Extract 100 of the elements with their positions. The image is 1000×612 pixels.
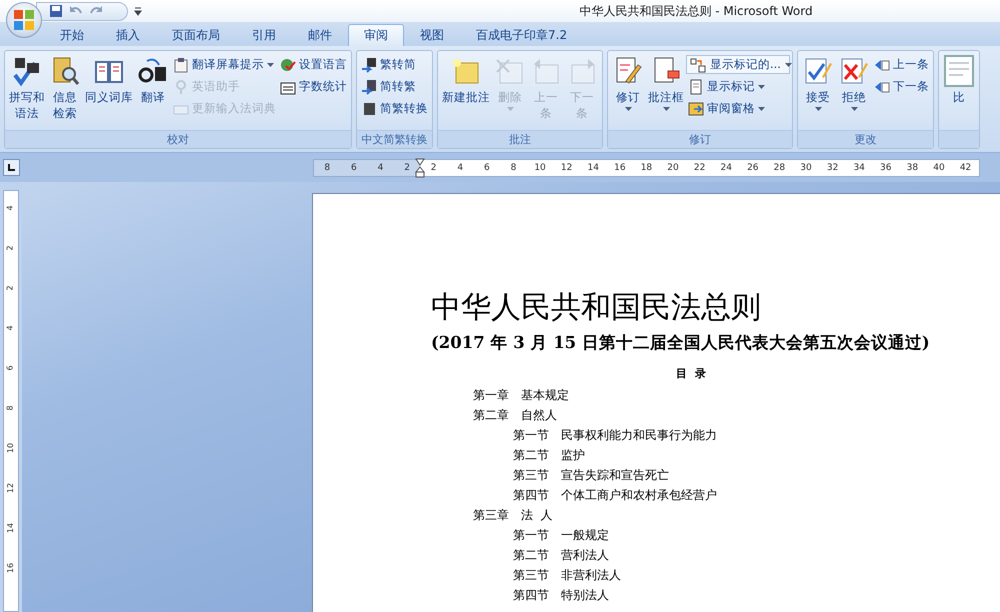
toc-title: 民事权利能力和民事行为能力 (561, 426, 717, 444)
ribbon-tab[interactable]: 页面布局 (156, 24, 236, 46)
save-button[interactable] (49, 4, 63, 18)
ruler-number: 26 (746, 162, 760, 174)
ribbon-button[interactable]: 拒绝 (836, 53, 872, 130)
arrow-character-icon (361, 78, 377, 94)
toc-title: 自然人 (521, 406, 557, 424)
ruler-number: 2 (430, 162, 438, 174)
customize-toolbar-button[interactable] (134, 6, 142, 16)
ribbon-button[interactable]: 简转繁 (359, 77, 430, 96)
ribbon-button[interactable]: 信息 检索 (47, 53, 83, 130)
ruler-number: 8 (5, 405, 16, 411)
ribbon-button[interactable]: 批注框 (646, 53, 686, 130)
ruler-number: 12 (5, 482, 16, 494)
ruler-number: 10 (533, 162, 547, 174)
ribbon-button[interactable]: 上一条 (872, 55, 931, 74)
toc-number: 第四节 (513, 586, 549, 604)
caret-icon (850, 107, 858, 111)
markup-icon (690, 56, 706, 72)
document-subtitle: (2017 年 3 月 15 日第十二届全国人民代表大会第五次会议通过) (431, 332, 931, 354)
ruler-number: 32 (826, 162, 840, 174)
pane-icon (688, 100, 704, 116)
ribbon-button[interactable]: 简繁转换 (359, 99, 430, 118)
ribbon-tab[interactable]: 审阅 (348, 24, 404, 46)
ribbon-button[interactable]: 比 (941, 53, 977, 130)
ruler-number: 6 (482, 162, 491, 174)
ribbon-button[interactable]: 新建批注 (440, 53, 492, 130)
arrow-character-icon (361, 56, 377, 72)
indent-marker-icon[interactable] (415, 158, 425, 178)
toc-title: 非营利法人 (561, 566, 621, 584)
ribbon-button[interactable]: 设置语言 (278, 55, 349, 74)
toc-title: 宣告失踪和宣告死亡 (561, 466, 669, 484)
ribbon-tab[interactable]: 插入 (100, 24, 156, 46)
document-title: 中华人民共和国民法总则 (431, 289, 762, 327)
ruler-number: 4 (456, 162, 464, 174)
office-logo-icon (13, 9, 35, 31)
caret-icon (267, 62, 274, 66)
ribbon-tab[interactable]: 引用 (236, 24, 292, 46)
ruler-number: 20 (666, 162, 680, 174)
ruler-number: 40 (932, 162, 946, 174)
ruler-number: 8 (510, 162, 518, 174)
window-title: 中华人民共和国民法总则 - Microsoft Word (578, 2, 814, 20)
toc-number: 第三节 (513, 566, 549, 584)
ribbon-button[interactable]: 修订 (610, 53, 646, 130)
ribbon-button[interactable]: 拼写和 语法 (7, 53, 47, 130)
ruler-number: 2 (5, 245, 16, 251)
ribbon-button[interactable]: 接受 (800, 53, 836, 130)
ruler-number: 14 (5, 522, 16, 534)
group-label: 校对 (5, 130, 351, 148)
ruler-number: 4 (5, 325, 16, 331)
ruler-number: 4 (376, 162, 384, 174)
ribbon-button[interactable]: 下一条 (872, 77, 931, 96)
ruler-number: 10 (5, 442, 16, 454)
tab-selector-button[interactable] (3, 159, 20, 176)
caret-icon (624, 107, 632, 111)
ruler-number: 16 (613, 162, 627, 174)
ruler-number: 2 (5, 285, 16, 291)
ribbon-tab[interactable]: 视图 (404, 24, 460, 46)
ruler-number: 38 (906, 162, 920, 174)
ruler-number: 6 (350, 162, 358, 174)
ribbon-button[interactable]: 翻译屏幕提示 (171, 55, 278, 74)
ruler-number: 12 (560, 162, 574, 174)
ruler-number: 8 (323, 162, 332, 174)
toc-title: 一般规定 (561, 526, 609, 544)
toc-number: 第四节 (513, 486, 549, 504)
ruler-number: 30 (799, 162, 813, 174)
group-label: 更改 (798, 130, 933, 148)
ribbon-button[interactable]: 同义词库 (83, 53, 135, 130)
ruler-number: 24 (719, 162, 733, 174)
ruler-number: 22 (692, 162, 706, 174)
tab-stop-icon (7, 163, 16, 172)
globe-check-icon (280, 56, 296, 72)
toc-title: 基本规定 (521, 386, 569, 404)
caret-icon (784, 62, 792, 66)
ribbon-tab[interactable]: 百成电子印章7.2 (460, 24, 584, 46)
toc-number: 第一节 (513, 526, 549, 544)
ribbon-button[interactable]: 翻译 (135, 53, 171, 130)
toc-number: 第二节 (513, 446, 549, 464)
toc-number: 第三章 (473, 506, 509, 524)
ribbon-tab[interactable]: 开始 (44, 24, 100, 46)
ribbon-tab[interactable]: 邮件 (292, 24, 348, 46)
toc-number: 第二章 (473, 406, 509, 424)
ribbon-button[interactable]: 繁转简 (359, 55, 430, 74)
toc-title: 特别法人 (561, 586, 609, 604)
document-icon (943, 55, 975, 87)
toc-heading: 目 录 (675, 366, 707, 381)
toc-number: 第三节 (513, 466, 549, 484)
toc-title: 监护 (561, 446, 585, 464)
caret-icon (758, 106, 765, 110)
ruler-number: 14 (586, 162, 600, 174)
page-icon (688, 78, 704, 94)
toc-number: 第一节 (513, 426, 549, 444)
caret-icon (814, 107, 822, 111)
ruler-number: 42 (958, 162, 972, 174)
ribbon-button[interactable]: 审阅窗格 (686, 99, 790, 118)
markup-dropdown[interactable]: 显示标记的... (686, 55, 790, 74)
toc-number: 第二节 (513, 546, 549, 564)
ribbon-button[interactable]: 显示标记 (686, 77, 790, 96)
caret-icon (758, 84, 765, 88)
ribbon-button[interactable]: 字数统计 (278, 77, 349, 96)
